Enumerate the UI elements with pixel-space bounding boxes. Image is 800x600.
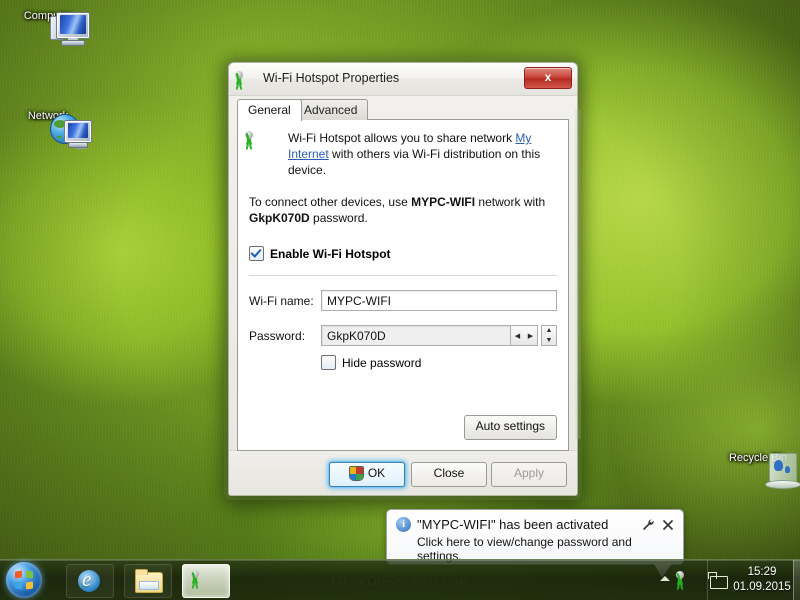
clock-date: 01.09.2015 — [733, 581, 791, 593]
info-text-1: Wi-Fi Hotspot allows you to share networ… — [288, 131, 516, 145]
wifi-hotspot-icon — [235, 71, 257, 92]
desktop-icon-computer[interactable]: Computer — [6, 8, 90, 46]
connect-instructions: To connect other devices, use MYPC-WIFI … — [249, 194, 557, 226]
tray-wifi-antenna-icon[interactable] — [676, 571, 702, 592]
ok-button-label: OK — [367, 466, 386, 480]
hide-password-checkbox[interactable] — [321, 355, 336, 370]
arrow-down-icon[interactable]: ▼ — [542, 336, 556, 346]
arrow-left-icon[interactable]: ◀ — [511, 326, 524, 345]
taskbar-button-windows-explorer[interactable] — [124, 564, 172, 598]
password-vertical-spinner[interactable]: ▲ ▼ — [541, 325, 557, 346]
apply-button: Apply — [491, 462, 567, 487]
dialog-edge-scrollbar[interactable] — [573, 109, 581, 439]
taskbar-button-internet-explorer[interactable] — [66, 564, 114, 598]
connect-text-1: To connect other devices, use — [249, 195, 412, 209]
wrench-icon[interactable] — [641, 518, 655, 532]
enable-hotspot-row[interactable]: Enable Wi-Fi Hotspot — [249, 246, 557, 261]
dialog-title: Wi-Fi Hotspot Properties — [263, 71, 400, 85]
connect-password: GkpK070D — [249, 211, 310, 225]
connect-text-2: network with — [475, 195, 546, 209]
ok-button[interactable]: OK — [329, 462, 405, 487]
general-content: Wi-Fi Hotspot allows you to share networ… — [245, 130, 557, 370]
wifi-name-input[interactable]: MYPC-WIFI — [321, 290, 557, 311]
connect-network-name: MYPC-WIFI — [411, 195, 476, 209]
close-icon[interactable] — [661, 518, 675, 532]
info-row: Wi-Fi Hotspot allows you to share networ… — [245, 130, 557, 178]
taskbar-clock[interactable]: 15:29 01.09.2015 — [730, 565, 794, 595]
dialog-body: General Advanced Wi-Fi Hotspot allows yo… — [237, 99, 569, 451]
desktop-icon-recycle-bin[interactable]: Recycle Bin — [716, 450, 800, 489]
enable-hotspot-checkbox[interactable] — [249, 246, 264, 261]
dialog-titlebar[interactable]: Wi-Fi Hotspot Properties x — [229, 63, 577, 96]
taskbar: 15:29 01.09.2015 — [0, 559, 800, 600]
enable-hotspot-label: Enable Wi-Fi Hotspot — [270, 246, 391, 261]
arrow-right-icon[interactable]: ▶ — [524, 326, 537, 345]
close-button[interactable]: x — [524, 67, 572, 89]
info-description: Wi-Fi Hotspot allows you to share networ… — [288, 130, 557, 178]
dialog-footer: OK Close Apply — [229, 450, 577, 495]
divider — [249, 275, 557, 276]
balloon-title: "MYPC-WIFI" has been activated — [417, 517, 609, 532]
show-desktop-button[interactable] — [793, 560, 800, 600]
notification-balloon[interactable]: i "MYPC-WIFI" has been activated Click h… — [386, 509, 684, 578]
arrow-up-icon[interactable]: ▲ — [542, 326, 556, 336]
hide-password-label: Hide password — [342, 355, 422, 370]
tray-divider — [707, 560, 708, 600]
wifi-antenna-icon — [191, 570, 217, 593]
tab-advanced[interactable]: Advanced — [293, 99, 369, 120]
tab-panel-general: Wi-Fi Hotspot allows you to share networ… — [237, 119, 569, 451]
clock-time: 15:29 — [747, 566, 777, 578]
windows-logo-icon — [15, 570, 33, 590]
internet-explorer-icon — [78, 567, 100, 592]
password-label: Password: — [249, 328, 306, 343]
desktop-icon-network[interactable]: Network — [6, 108, 92, 149]
password-input[interactable]: GkpK070D — [321, 325, 511, 346]
folder-icon — [135, 569, 163, 593]
auto-settings-button[interactable]: Auto settings — [463, 415, 557, 440]
close-dialog-button[interactable]: Close — [411, 462, 487, 487]
password-horizontal-spinner[interactable]: ◀ ▶ — [510, 325, 538, 346]
start-button[interactable] — [6, 562, 42, 598]
wifi-name-row: Wi-Fi name: MYPC-WIFI — [249, 290, 557, 311]
tray-network-monitor-icon[interactable] — [708, 572, 728, 589]
info-icon: i — [396, 517, 411, 532]
connect-text-3: password. — [309, 211, 368, 225]
wifi-antenna-icon — [245, 131, 279, 161]
wifi-name-label: Wi-Fi name: — [249, 293, 314, 308]
hide-password-row[interactable]: Hide password — [321, 355, 557, 370]
show-hidden-icons-chevron-up-icon[interactable] — [660, 576, 670, 581]
wifi-hotspot-properties-dialog: Wi-Fi Hotspot Properties x General Advan… — [228, 62, 581, 496]
taskbar-button-wifi-hotspot[interactable] — [182, 564, 230, 598]
tab-general[interactable]: General — [237, 99, 302, 121]
uac-shield-icon — [348, 466, 364, 481]
password-spinners: ◀ ▶ ▲ ▼ — [510, 325, 557, 346]
tab-strip: General Advanced — [237, 99, 569, 121]
password-row: Password: GkpK070D ◀ ▶ ▲ ▼ — [249, 325, 557, 346]
balloon-header: i "MYPC-WIFI" has been activated — [387, 510, 683, 532]
